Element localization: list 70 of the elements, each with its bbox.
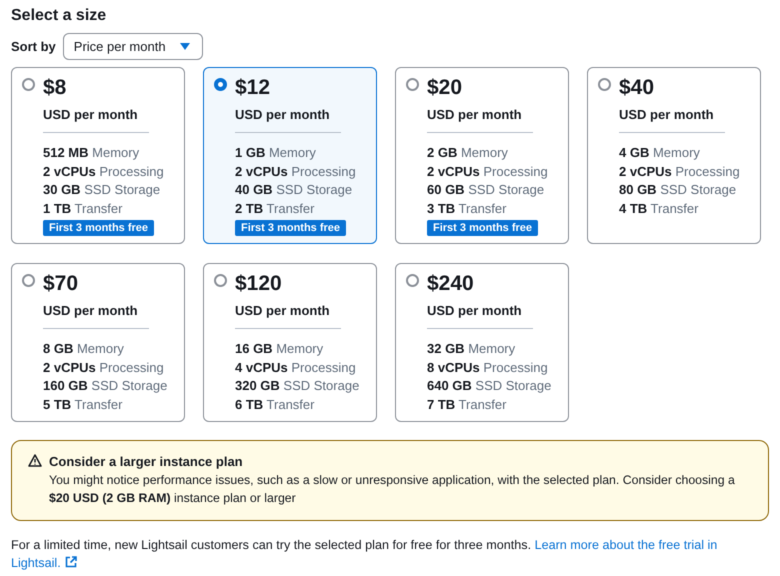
sort-label: Sort by: [11, 39, 56, 54]
radio-button[interactable]: [22, 274, 35, 287]
spec-line: 16 GB Memory: [235, 340, 324, 358]
plan-card[interactable]: $70 USD per month 8 GB Memory 2 vCPUs Processing 160 GB SSD Storage 5 TB Transfer: [11, 263, 185, 422]
price-period: USD per month: [427, 107, 522, 122]
radio-button[interactable]: [598, 78, 611, 91]
price-period: USD per month: [619, 107, 714, 122]
spec-line: 80 GB SSD Storage: [619, 181, 736, 200]
warning-message: You might notice performance issues, such as a slow or unresponsive application, with the selected plan. Consider choosing a $20 USD (2 GB RAM) instance plan or larger: [49, 472, 736, 507]
warning-title: Consider a larger instance plan: [49, 453, 244, 471]
spec-line: 8 GB Memory: [43, 340, 124, 358]
spec-line: 2 vCPUs Processing: [235, 162, 356, 181]
spec-line: 4 TB Transfer: [619, 200, 698, 218]
spec-line: 160 GB SSD Storage: [43, 377, 168, 396]
sort-dropdown[interactable]: Price per month: [62, 33, 203, 60]
free-trial-link[interactable]: Lightsail.: [11, 556, 77, 570]
spec-line: 4 GB Memory: [619, 144, 700, 162]
free-badge: First 3 months free: [427, 220, 538, 236]
plan-price: $70: [43, 273, 78, 295]
price-period: USD per month: [43, 303, 138, 318]
external-link-icon: [64, 556, 77, 568]
price-period: USD per month: [235, 107, 330, 122]
spec-line: 5 TB Transfer: [43, 396, 122, 414]
price-period: USD per month: [43, 107, 138, 122]
plan-card[interactable]: $240 USD per month 32 GB Memory 8 vCPUs Processing 640 GB SSD Storage 7 TB Transfer: [395, 263, 569, 422]
caret-icon: [180, 43, 190, 50]
plan-card[interactable]: $8 USD per month 512 MB Memory 2 vCPUs Processing 30 GB SSD Storage 1 TB Transfer First 3 months free: [11, 67, 185, 244]
spec-line: 60 GB SSD Storage: [427, 181, 544, 200]
price-period: USD per month: [235, 303, 330, 318]
radio-button[interactable]: [406, 274, 419, 287]
spec-line: 6 TB Transfer: [235, 396, 314, 414]
plan-card[interactable]: $20 USD per month 2 GB Memory 2 vCPUs Processing 60 GB SSD Storage 3 TB Transfer First 3 months free: [395, 67, 569, 244]
spec-line: 2 TB Transfer: [235, 200, 314, 218]
spec-line: 2 GB Memory: [427, 144, 508, 162]
free-trial-link[interactable]: Learn more about the free trial in: [534, 538, 718, 552]
spec-line: 2 vCPUs Processing: [43, 358, 164, 377]
spec-line: 512 MB Memory: [43, 144, 140, 162]
spec-line: 7 TB Transfer: [427, 396, 506, 414]
spec-line: 320 GB SSD Storage: [235, 377, 360, 396]
spec-line: 40 GB SSD Storage: [235, 181, 352, 200]
section-title: Select a size: [11, 6, 108, 26]
plan-price: $40: [619, 77, 654, 99]
plan-price: $12: [235, 77, 270, 99]
spec-line: 4 vCPUs Processing: [235, 358, 356, 377]
plan-price: $8: [43, 77, 66, 99]
plan-card[interactable]: $120 USD per month 16 GB Memory 4 vCPUs Processing 320 GB SSD Storage 6 TB Transfer: [203, 263, 377, 422]
spec-line: 2 vCPUs Processing: [43, 162, 164, 181]
spec-line: 2 vCPUs Processing: [427, 162, 548, 181]
spec-line: 1 TB Transfer: [43, 200, 122, 218]
radio-button[interactable]: [214, 78, 227, 91]
spec-line: 32 GB Memory: [427, 340, 516, 358]
price-period: USD per month: [427, 303, 522, 318]
spec-line: 640 GB SSD Storage: [427, 377, 552, 396]
radio-button[interactable]: [406, 78, 419, 91]
plan-card[interactable]: $12 USD per month 1 GB Memory 2 vCPUs Processing 40 GB SSD Storage 2 TB Transfer First 3 months free: [203, 67, 377, 244]
spec-line: 30 GB SSD Storage: [43, 181, 160, 200]
spec-line: 2 vCPUs Processing: [619, 162, 740, 181]
free-trial-note: For a limited time, new Lightsail customers can try the selected plan for free for three months. Learn more about the free trial in Lightsail.: [11, 537, 718, 572]
spec-line: 1 GB Memory: [235, 144, 316, 162]
spec-line: 8 vCPUs Processing: [427, 358, 548, 377]
plan-price: $20: [427, 77, 462, 99]
radio-button[interactable]: [214, 274, 227, 287]
spec-line: 3 TB Transfer: [427, 200, 506, 218]
plan-card[interactable]: $40 USD per month 4 GB Memory 2 vCPUs Processing 80 GB SSD Storage 4 TB Transfer: [587, 67, 761, 244]
free-badge: First 3 months free: [43, 220, 154, 236]
plan-price: $120: [235, 273, 282, 295]
plan-price: $240: [427, 273, 474, 295]
radio-button[interactable]: [22, 78, 35, 91]
free-badge: First 3 months free: [235, 220, 346, 236]
warning-icon: [28, 454, 42, 467]
